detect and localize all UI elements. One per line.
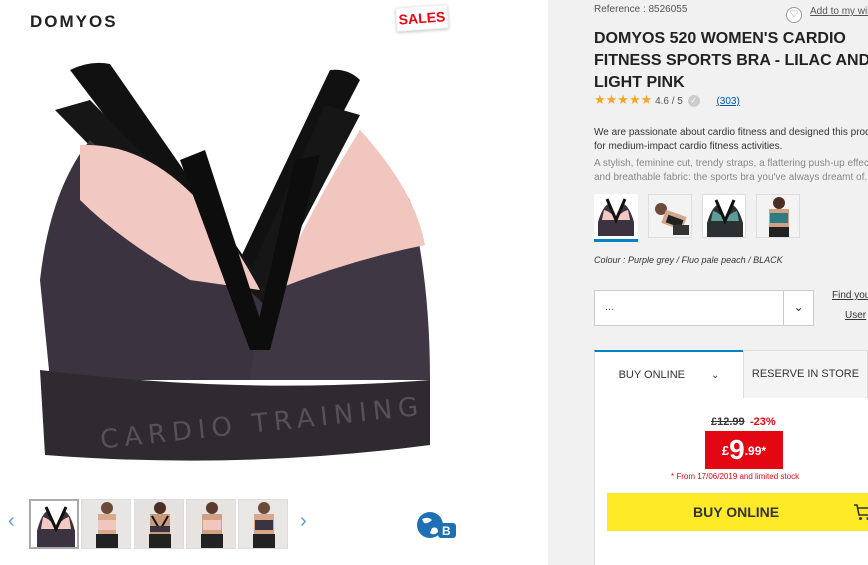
thumbnail-4[interactable] bbox=[186, 499, 236, 549]
buy-online-button[interactable]: BUY ONLINE bbox=[607, 493, 868, 531]
current-price: £9.99* bbox=[705, 431, 783, 469]
tab-buy-online[interactable]: BUY ONLINE ⌄ bbox=[594, 350, 743, 398]
chevron-down-icon: ⌄ bbox=[711, 370, 720, 381]
price-integer: 9 bbox=[729, 434, 745, 465]
chevron-down-icon: ⌄ bbox=[783, 291, 813, 325]
cart-icon bbox=[854, 504, 868, 520]
discount-badge: -23% bbox=[750, 416, 776, 428]
swatch-grey-teal[interactable] bbox=[702, 194, 746, 238]
product-description-intro: We are passionate about cardio fitness a… bbox=[594, 127, 868, 152]
user-link[interactable]: User bbox=[845, 310, 866, 321]
product-reference: Reference : 8526055 bbox=[594, 4, 688, 15]
tab-reserve-in-store[interactable]: RESERVE IN STORE bbox=[743, 350, 868, 398]
size-select-value: ... bbox=[605, 301, 615, 313]
main-product-image[interactable]: CARDIO TRAINING bbox=[30, 50, 450, 480]
swatch-black-model[interactable] bbox=[648, 194, 692, 238]
rating-stars: ★★★★★ bbox=[594, 92, 653, 107]
check-icon: ✓ bbox=[687, 95, 700, 108]
thumbnail-strip: ‹ › bbox=[0, 496, 548, 556]
price-decimal: .99* bbox=[744, 444, 767, 458]
gallery-separator bbox=[548, 0, 594, 565]
reviews-count-link[interactable]: (303) bbox=[716, 96, 739, 107]
thumbnail-3[interactable] bbox=[134, 499, 184, 549]
thumbnail-5[interactable] bbox=[238, 499, 288, 549]
size-select[interactable]: ... ⌄ bbox=[594, 290, 814, 326]
rating-score: 4.6 / 5 bbox=[655, 96, 683, 107]
rating-summary: ★★★★★ 4.6 / 5 ✓ (303) bbox=[594, 92, 740, 108]
swatch-teal-model[interactable] bbox=[756, 194, 800, 238]
product-info: Reference : 8526055 ♡ Add to my wis DOMY… bbox=[594, 0, 868, 565]
product-title: DOMYOS 520 WOMEN'S CARDIO FITNESS SPORTS… bbox=[594, 30, 868, 91]
product-gallery: DOMYOS SALES CARDIO TRAINING ‹ › B bbox=[0, 0, 548, 565]
old-price: £12.99 bbox=[711, 416, 745, 428]
arrow-left-icon[interactable]: ‹ bbox=[8, 510, 15, 533]
svg-text:B: B bbox=[442, 524, 451, 538]
arrow-right-icon[interactable]: › bbox=[300, 510, 307, 533]
sales-badge: SALES bbox=[395, 4, 449, 32]
product-page: DOMYOS SALES CARDIO TRAINING ‹ › B Refer… bbox=[0, 0, 868, 565]
buy-online-panel: £12.99 -23% £9.99* * From 17/06/2019 and… bbox=[594, 398, 868, 565]
purchase-tabs: BUY ONLINE ⌄ RESERVE IN STORE bbox=[594, 350, 868, 398]
price-note: * From 17/06/2019 and limited stock bbox=[671, 472, 800, 481]
swatch-lilac-pink[interactable] bbox=[594, 194, 638, 242]
add-to-wishlist-link[interactable]: Add to my wis bbox=[786, 6, 868, 17]
thumbnail-1[interactable] bbox=[29, 499, 79, 549]
colour-label: Colour : Purple grey / Fluo pale peach /… bbox=[594, 255, 783, 265]
find-your-size-link[interactable]: Find your bbox=[832, 290, 868, 301]
colour-swatches bbox=[594, 194, 868, 242]
thumbnail-2[interactable] bbox=[81, 499, 131, 549]
product-description-detail: A stylish, feminine cut, trendy straps, … bbox=[594, 158, 868, 183]
tab-buy-online-label: BUY ONLINE bbox=[618, 369, 686, 381]
buy-online-button-label: BUY ONLINE bbox=[693, 504, 780, 520]
globe-icon[interactable]: B bbox=[414, 510, 458, 540]
brand-logo: DOMYOS bbox=[30, 12, 118, 31]
